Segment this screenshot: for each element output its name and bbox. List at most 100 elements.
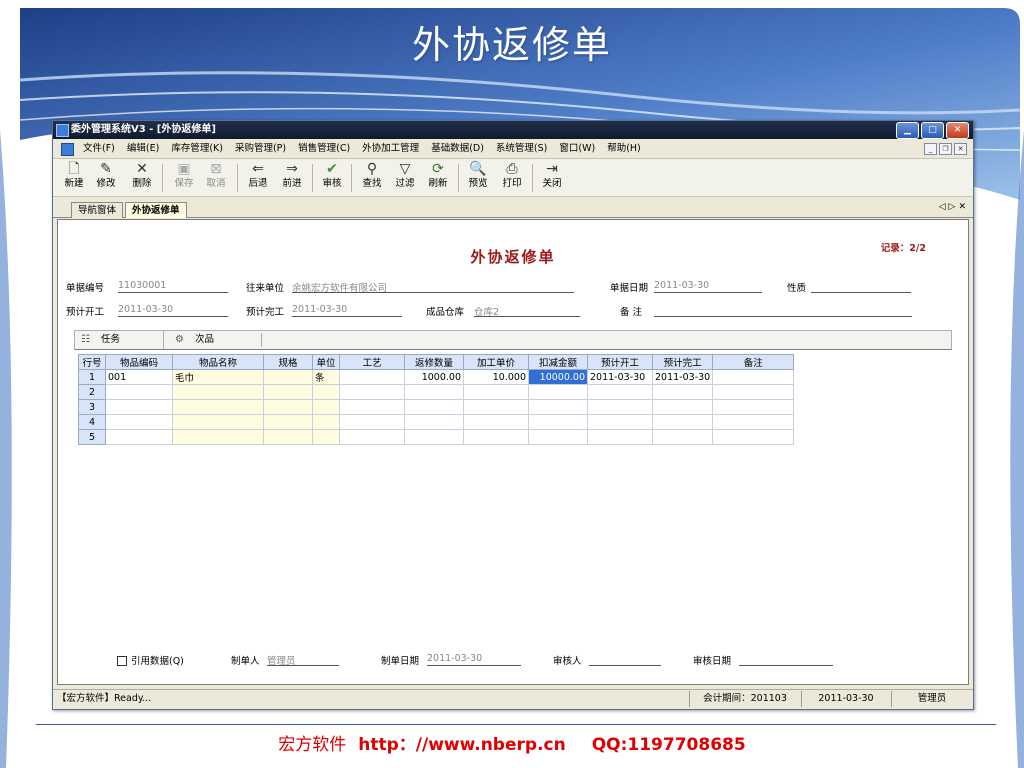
col-deduct-amount[interactable]: 扣减金额 bbox=[528, 354, 588, 370]
col-plan-end[interactable]: 预计完工 bbox=[651, 354, 714, 370]
subtab-defect[interactable]: ⚙ 次品 bbox=[175, 331, 214, 349]
menu-edit[interactable]: 编辑(E) bbox=[127, 140, 159, 158]
delete-icon: ✕ bbox=[136, 161, 148, 177]
preview-button[interactable]: 🔍 预览 bbox=[463, 161, 493, 193]
col-spec[interactable]: 规格 bbox=[263, 354, 313, 370]
table-row[interactable]: 4 bbox=[78, 414, 795, 430]
table-row[interactable]: 2 bbox=[78, 384, 795, 400]
save-icon: ▣ bbox=[177, 161, 191, 177]
subtab-task[interactable]: ☷ 任务 bbox=[81, 331, 164, 349]
toolbar-separator bbox=[237, 164, 238, 192]
window-titlebar[interactable]: 委外管理系统V3 - [外协返修单] ▁ □ ✕ bbox=[53, 121, 973, 139]
mdi-restore-button[interactable]: ❐ bbox=[939, 143, 952, 155]
plan-end-field: 预计完工 2011-03-30 bbox=[246, 304, 402, 318]
make-date-label: 制单日期 bbox=[381, 656, 420, 667]
print-button[interactable]: ⎙ 打印 bbox=[497, 161, 527, 193]
save-button[interactable]: ▣ 保存 bbox=[169, 161, 199, 193]
menu-help[interactable]: 帮助(H) bbox=[607, 140, 641, 158]
col-plan-start[interactable]: 预计开工 bbox=[587, 354, 653, 370]
tab-navigation[interactable]: 导航窗体 bbox=[71, 202, 124, 218]
new-button[interactable]: 🗋 新建 bbox=[59, 161, 89, 193]
printer-icon: ⎙ bbox=[506, 161, 518, 177]
cancel-icon: ⊠ bbox=[210, 161, 222, 177]
menu-bar: 文件(F) 编辑(E) 库存管理(K) 采购管理(P) 销售管理(C) 外协加工… bbox=[53, 140, 973, 159]
menu-file[interactable]: 文件(F) bbox=[83, 140, 115, 158]
menu-inventory[interactable]: 库存管理(K) bbox=[171, 140, 223, 158]
footer-url[interactable]: http：//www.nberp.cn bbox=[358, 735, 565, 755]
defect-icon: ⚙ bbox=[175, 334, 184, 345]
auditor-input[interactable] bbox=[589, 653, 661, 666]
status-bar: 【宏方软件】Ready... 会计期间：201103 2011-03-30 管理… bbox=[53, 689, 973, 708]
col-process[interactable]: 工艺 bbox=[339, 354, 405, 370]
document-icon[interactable] bbox=[61, 143, 74, 156]
selected-cell[interactable]: 10000.00 bbox=[528, 369, 588, 385]
warehouse-input[interactable]: 仓库2 bbox=[474, 304, 580, 318]
remark-input[interactable] bbox=[654, 304, 912, 317]
delete-button[interactable]: ✕ 删除 bbox=[127, 161, 157, 193]
menu-sales[interactable]: 销售管理(C) bbox=[298, 140, 350, 158]
doc-number-input[interactable]: 11030001 bbox=[118, 280, 228, 293]
col-row-no[interactable]: 行号 bbox=[78, 354, 106, 370]
application-window: 委外管理系统V3 - [外协返修单] ▁ □ ✕ 文件(F) 编辑(E) 库存管… bbox=[52, 120, 974, 710]
app-icon bbox=[56, 124, 69, 137]
col-item-code[interactable]: 物品编码 bbox=[105, 354, 173, 370]
menu-purchase[interactable]: 采购管理(P) bbox=[235, 140, 286, 158]
menu-outsourcing[interactable]: 外协加工管理 bbox=[362, 140, 419, 158]
close-doc-button[interactable]: ⇥ 关闭 bbox=[537, 161, 567, 193]
tab-outsourcing-repair[interactable]: 外协返修单 bbox=[125, 202, 187, 218]
document-tabstrip: 导航窗体 外协返修单 ◁▷✕ bbox=[53, 201, 973, 218]
edit-button[interactable]: ✎ 修改 bbox=[91, 161, 121, 193]
col-remark[interactable]: 备注 bbox=[712, 354, 795, 370]
detail-grid: 行号 物品编码 物品名称 规格 单位 工艺 返修数量 加工单价 扣减金额 预计开… bbox=[78, 354, 795, 445]
maximize-button[interactable]: □ bbox=[921, 122, 944, 139]
detail-subtabs: ☷ 任务 ⚙ 次品 bbox=[74, 330, 952, 350]
mdi-minimize-button[interactable]: _ bbox=[924, 143, 937, 155]
slide-footer: 宏方软件 http：//www.nberp.cn QQ:1197708685 bbox=[0, 730, 1024, 755]
table-row[interactable]: 3 bbox=[78, 399, 795, 415]
col-unit-price[interactable]: 加工单价 bbox=[463, 354, 529, 370]
find-button[interactable]: ⚲ 查找 bbox=[357, 161, 387, 193]
maker-input[interactable]: 管理员 bbox=[267, 653, 339, 667]
remark-field: 备 注 bbox=[620, 304, 912, 318]
tab-scroll-controls[interactable]: ◁▷✕ bbox=[939, 202, 969, 212]
plan-end-input[interactable]: 2011-03-30 bbox=[292, 304, 402, 317]
forward-button[interactable]: ⇒ 前进 bbox=[277, 161, 307, 193]
menu-window[interactable]: 窗口(W) bbox=[559, 140, 595, 158]
plan-start-input[interactable]: 2011-03-30 bbox=[118, 304, 228, 317]
table-row[interactable]: 1 001 毛巾 条 1000.00 10.000 10000.00 2011-… bbox=[78, 369, 795, 385]
doc-date-input[interactable]: 2011-03-30 bbox=[654, 280, 762, 293]
toolbar: 🗋 新建 ✎ 修改 ✕ 删除 ▣ 保存 ⊠ 取消 ⇐ 后退 ⇒ 前进 ✔ 审核 ⚲ 查找 ▽ 过滤 … bbox=[53, 159, 973, 197]
filter-icon: ▽ bbox=[399, 161, 411, 177]
status-user: 管理员 bbox=[891, 691, 972, 707]
audit-button[interactable]: ✔ 审核 bbox=[317, 161, 347, 193]
nature-field: 性质 bbox=[787, 280, 911, 294]
col-repair-qty[interactable]: 返修数量 bbox=[404, 354, 464, 370]
table-row[interactable]: 5 bbox=[78, 429, 795, 445]
warehouse-field: 成品仓库 仓库2 bbox=[426, 304, 580, 318]
menu-system[interactable]: 系统管理(S) bbox=[496, 140, 547, 158]
footer-fields: 引用数据(Q) 制单人 管理员 制单日期 2011-03-30 审核人 审核日期 bbox=[53, 653, 973, 673]
make-date-input[interactable]: 2011-03-30 bbox=[427, 653, 521, 666]
refresh-button[interactable]: ⟳ 刷新 bbox=[423, 161, 453, 193]
toolbar-separator bbox=[162, 164, 163, 192]
partner-input[interactable]: 余姚宏方软件有限公司 bbox=[292, 280, 574, 294]
footer-divider bbox=[36, 724, 996, 725]
audit-date-input[interactable] bbox=[739, 653, 833, 666]
col-unit[interactable]: 单位 bbox=[312, 354, 340, 370]
col-item-name[interactable]: 物品名称 bbox=[172, 354, 264, 370]
toolbar-separator bbox=[532, 164, 533, 192]
window-title: 委外管理系统V3 - [外协返修单] bbox=[71, 124, 216, 135]
nature-input[interactable] bbox=[811, 280, 911, 293]
filter-button[interactable]: ▽ 过滤 bbox=[390, 161, 420, 193]
task-list-icon: ☷ bbox=[81, 334, 90, 345]
close-button[interactable]: ✕ bbox=[946, 122, 969, 139]
ref-data-checkbox[interactable] bbox=[117, 656, 127, 666]
status-date: 2011-03-30 bbox=[801, 691, 890, 707]
subtab-separator bbox=[261, 333, 262, 347]
back-button[interactable]: ⇐ 后退 bbox=[243, 161, 273, 193]
mdi-close-button[interactable]: ✕ bbox=[954, 143, 967, 155]
toolbar-separator bbox=[312, 164, 313, 192]
minimize-button[interactable]: ▁ bbox=[896, 122, 919, 139]
cancel-button[interactable]: ⊠ 取消 bbox=[201, 161, 231, 193]
menu-basic-data[interactable]: 基础数据(D) bbox=[431, 140, 484, 158]
